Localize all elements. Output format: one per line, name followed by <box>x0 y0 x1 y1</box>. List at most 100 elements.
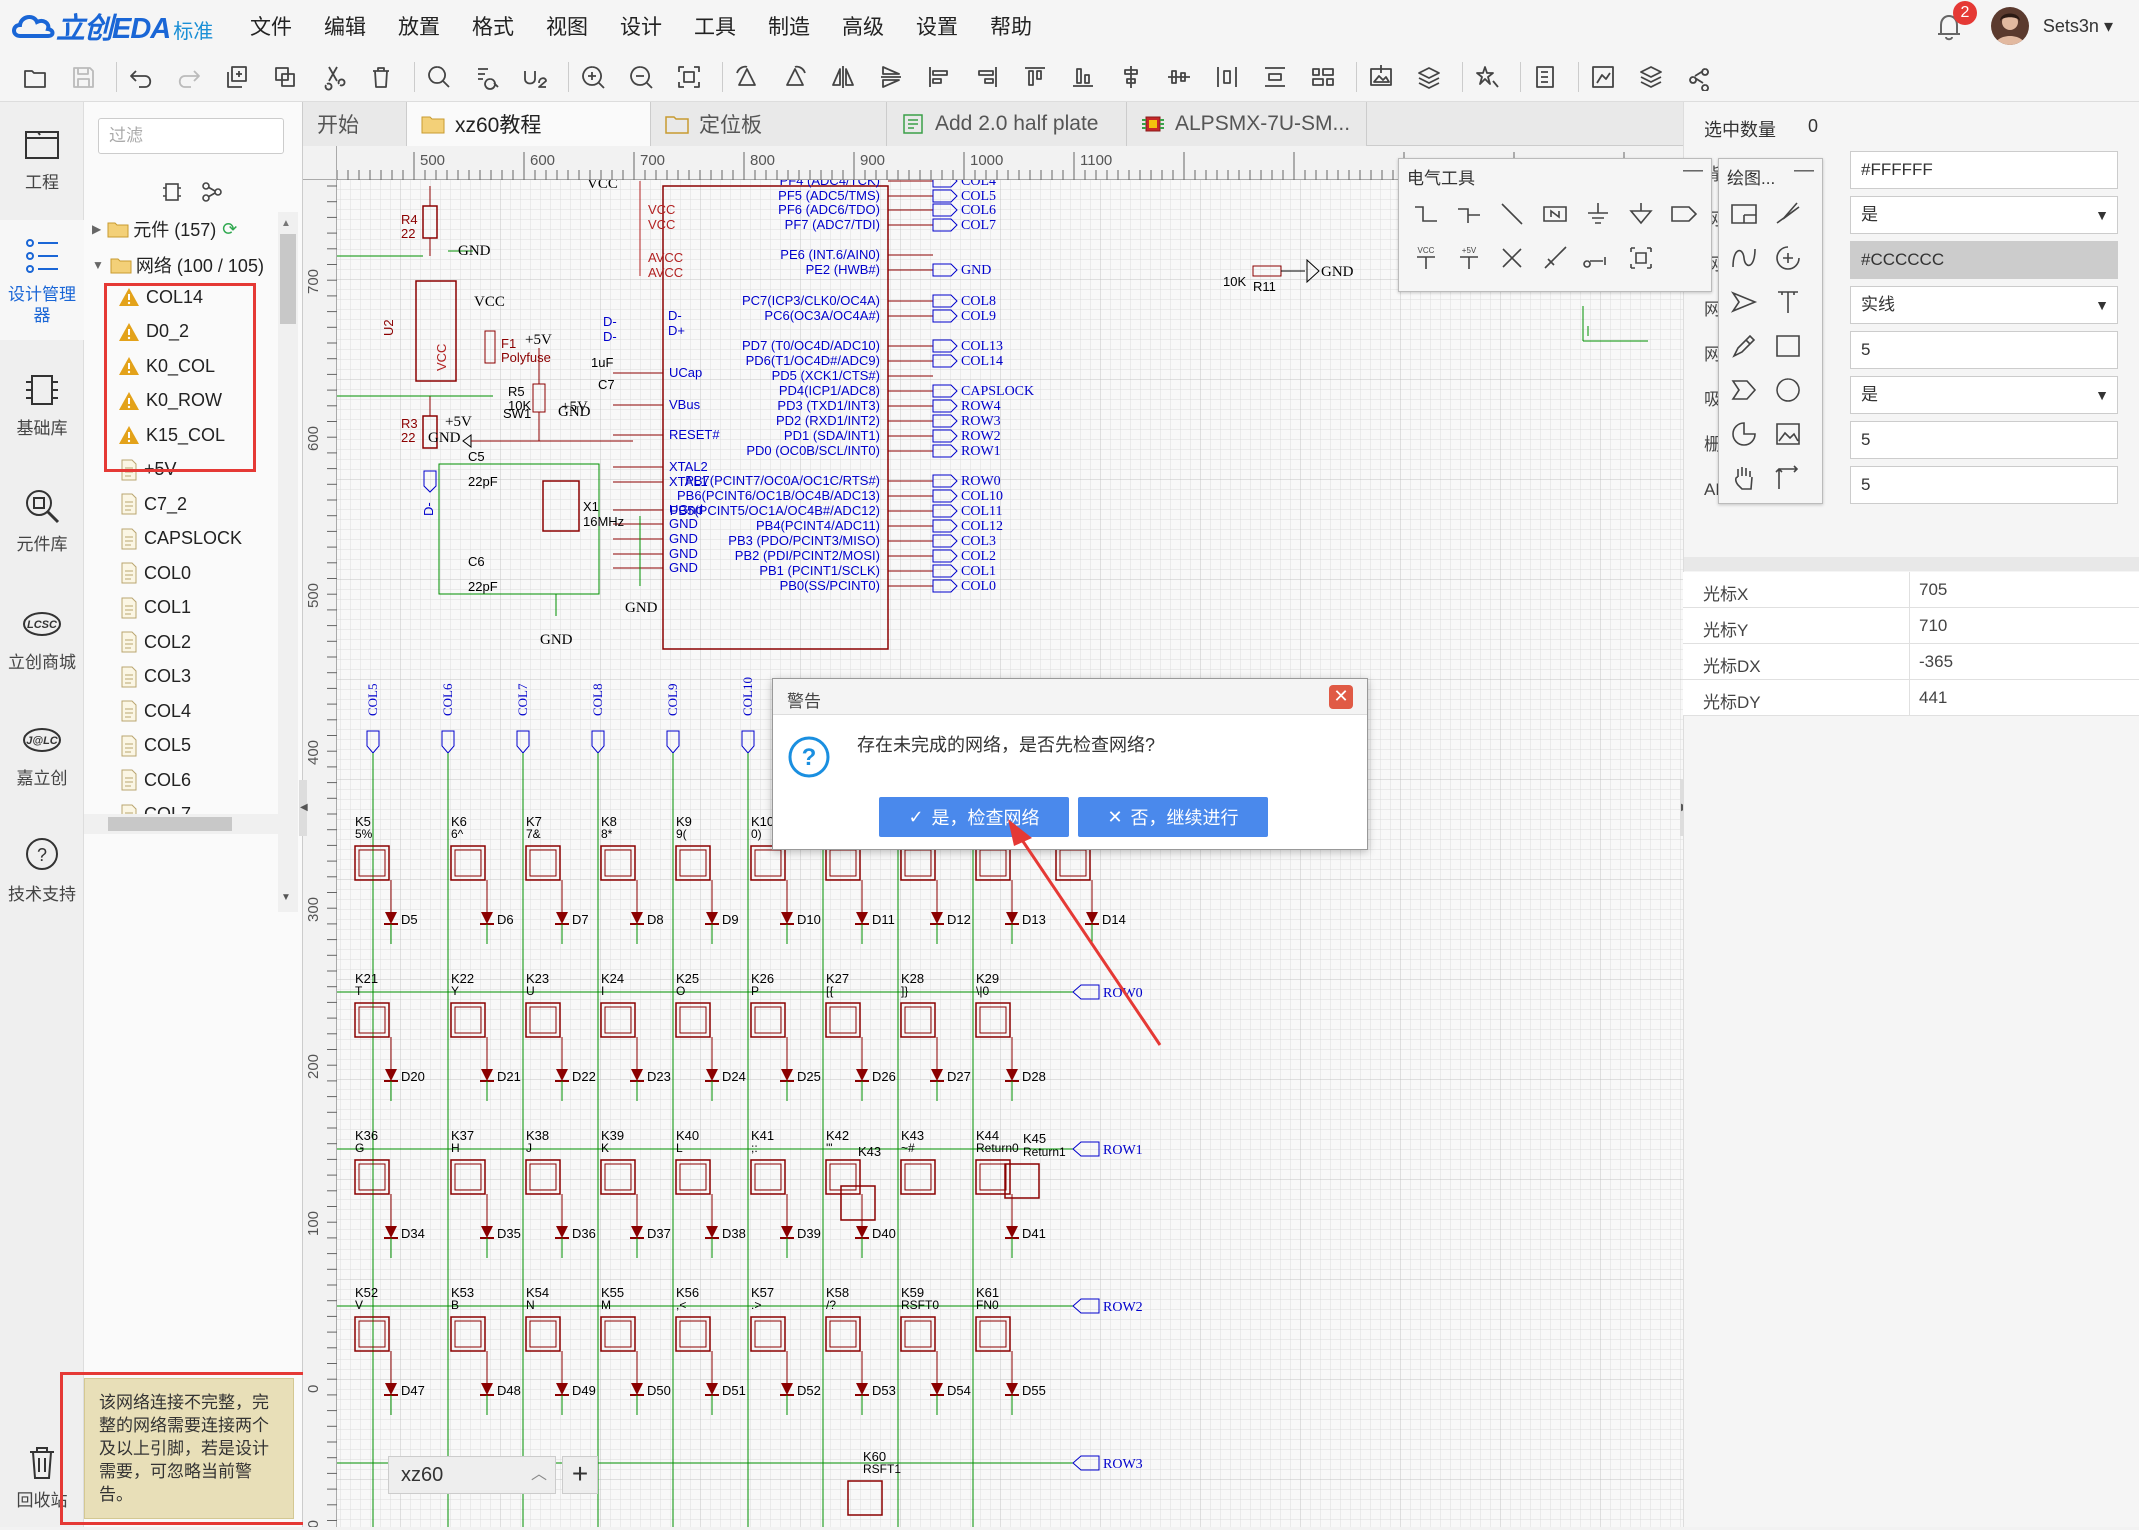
net-tree-icon[interactable] <box>200 180 224 204</box>
circle-icon[interactable] <box>1771 373 1805 407</box>
arc-icon[interactable] <box>1771 241 1805 275</box>
image-icon[interactable] <box>1771 417 1805 451</box>
notification-bell-icon[interactable]: 2 <box>1933 1 1977 42</box>
menu-9[interactable]: 设置 <box>916 11 958 41</box>
freehand-icon[interactable] <box>1727 329 1761 363</box>
property-field[interactable]: 5 <box>1850 331 2118 369</box>
unit-icon[interactable] <box>518 60 552 94</box>
property-field[interactable]: 5 <box>1850 421 2118 459</box>
search-icon[interactable] <box>422 60 456 94</box>
pie-icon[interactable] <box>1727 417 1761 451</box>
save-icon[interactable] <box>66 60 100 94</box>
tree-components[interactable]: ▶ 元件 (157) ⟳ <box>92 212 237 246</box>
tab-xz60-tutorial[interactable]: xz60教程 <box>407 102 651 146</box>
nav-basic-library[interactable]: 基础库 <box>0 348 84 458</box>
copy-icon[interactable] <box>220 60 254 94</box>
layers-icon[interactable] <box>1634 60 1668 94</box>
no-connect-icon[interactable] <box>1495 241 1529 275</box>
duplicate-icon[interactable] <box>268 60 302 94</box>
pin-icon[interactable] <box>1581 241 1615 275</box>
arrow-icon[interactable] <box>1727 285 1761 319</box>
net-item[interactable]: COL2 <box>120 625 191 659</box>
net-item[interactable]: C7_2 <box>120 487 187 521</box>
bezier-icon[interactable] <box>1727 241 1761 275</box>
nav-component-library[interactable]: 元件库 <box>0 464 84 574</box>
app-logo[interactable]: 立创EDA 标准 <box>10 5 232 47</box>
menu-7[interactable]: 制造 <box>768 11 810 41</box>
rectangle-icon[interactable] <box>1771 329 1805 363</box>
open-folder-icon[interactable] <box>18 60 52 94</box>
add-sheet-button[interactable]: + <box>562 1456 598 1494</box>
net-item[interactable]: COL3 <box>120 660 191 694</box>
left-splitter[interactable]: ◀ <box>299 780 308 836</box>
menu-1[interactable]: 编辑 <box>324 11 366 41</box>
layers-convert-icon[interactable] <box>1412 60 1446 94</box>
net-item[interactable]: COL4 <box>120 694 191 728</box>
plus5v-icon[interactable]: +5V <box>1452 241 1486 275</box>
polyline-icon[interactable] <box>1771 197 1805 231</box>
refresh-chip-icon[interactable] <box>160 180 184 204</box>
minimize-icon[interactable]: — <box>1794 159 1814 182</box>
align-grid-icon[interactable] <box>1306 60 1340 94</box>
menu-8[interactable]: 高级 <box>842 11 884 41</box>
fit-view-icon[interactable] <box>672 60 706 94</box>
share-icon[interactable] <box>1682 60 1716 94</box>
image-export-icon[interactable] <box>1364 60 1398 94</box>
align-center-v-icon[interactable] <box>1162 60 1196 94</box>
align-left-icon[interactable] <box>922 60 956 94</box>
gnd-icon[interactable] <box>1581 197 1615 231</box>
property-field[interactable]: 实线 <box>1850 286 2118 324</box>
net-port-icon[interactable] <box>1667 197 1701 231</box>
property-field[interactable]: 5 <box>1850 466 2118 504</box>
wire-icon[interactable] <box>1409 197 1443 231</box>
undo-icon[interactable] <box>124 60 158 94</box>
menu-4[interactable]: 视图 <box>546 11 588 41</box>
drag-icon[interactable] <box>1771 461 1805 495</box>
continue-button[interactable]: ✕ 否，继续进行 <box>1078 797 1268 837</box>
rotate-right-icon[interactable] <box>778 60 812 94</box>
vcc-icon[interactable]: VCC <box>1409 241 1443 275</box>
tree-nets[interactable]: ▼ 网络 (100 / 105) <box>92 248 264 282</box>
filter-input[interactable]: 过滤 <box>98 118 284 154</box>
bom-icon[interactable] <box>1528 60 1562 94</box>
property-field[interactable]: #CCCCCC <box>1850 241 2118 279</box>
power-icon[interactable] <box>1624 197 1658 231</box>
sheet-selector[interactable]: xz60 ︿ <box>388 1456 556 1494</box>
nav-project[interactable]: 工程 <box>0 102 84 212</box>
menu-5[interactable]: 设计 <box>620 11 662 41</box>
flip-v-icon[interactable] <box>874 60 908 94</box>
nav-jlc[interactable]: J@LC 嘉立创 <box>0 698 84 808</box>
menu-2[interactable]: 放置 <box>398 11 440 41</box>
align-top-icon[interactable] <box>1018 60 1052 94</box>
net-item[interactable]: COL1 <box>120 591 191 625</box>
rotate-left-icon[interactable] <box>730 60 764 94</box>
dialog-close-button[interactable]: ✕ <box>1329 685 1353 709</box>
drc-icon[interactable] <box>1470 60 1504 94</box>
find-replace-icon[interactable] <box>470 60 504 94</box>
nav-lcsc-mall[interactable]: LCSC 立创商城 <box>0 582 84 692</box>
user-avatar[interactable] <box>1990 7 2029 45</box>
pan-hand-icon[interactable] <box>1727 461 1761 495</box>
property-field[interactable]: 是 <box>1850 196 2118 234</box>
distribute-v-icon[interactable] <box>1258 60 1292 94</box>
tree-hscrollbar[interactable] <box>84 814 278 834</box>
net-item[interactable]: COL5 <box>120 729 191 763</box>
net-item[interactable]: CAPSLOCK <box>120 522 242 556</box>
group-icon[interactable] <box>1624 241 1658 275</box>
zoom-in-icon[interactable] <box>576 60 610 94</box>
tab-half-plate[interactable]: Add 2.0 half plate <box>887 102 1127 146</box>
net-item[interactable]: COL0 <box>120 556 191 590</box>
text-icon[interactable] <box>1771 285 1805 319</box>
refresh-icon[interactable]: ⟳ <box>222 219 237 240</box>
property-field[interactable]: 是 <box>1850 376 2118 414</box>
tab-start[interactable]: 开始 <box>303 102 407 146</box>
tab-footprint[interactable]: ALPSMX-7U-SM... <box>1127 102 1367 146</box>
delete-icon[interactable] <box>364 60 398 94</box>
user-name[interactable]: Sets3n ▾ <box>2043 16 2113 37</box>
align-center-h-icon[interactable] <box>1114 60 1148 94</box>
nav-tech-support[interactable]: ? 技术支持 <box>0 814 84 924</box>
property-field[interactable]: #FFFFFF <box>1850 151 2118 189</box>
probe-icon[interactable] <box>1538 241 1572 275</box>
minimize-icon[interactable]: — <box>1683 159 1703 182</box>
redo-icon[interactable] <box>172 60 206 94</box>
